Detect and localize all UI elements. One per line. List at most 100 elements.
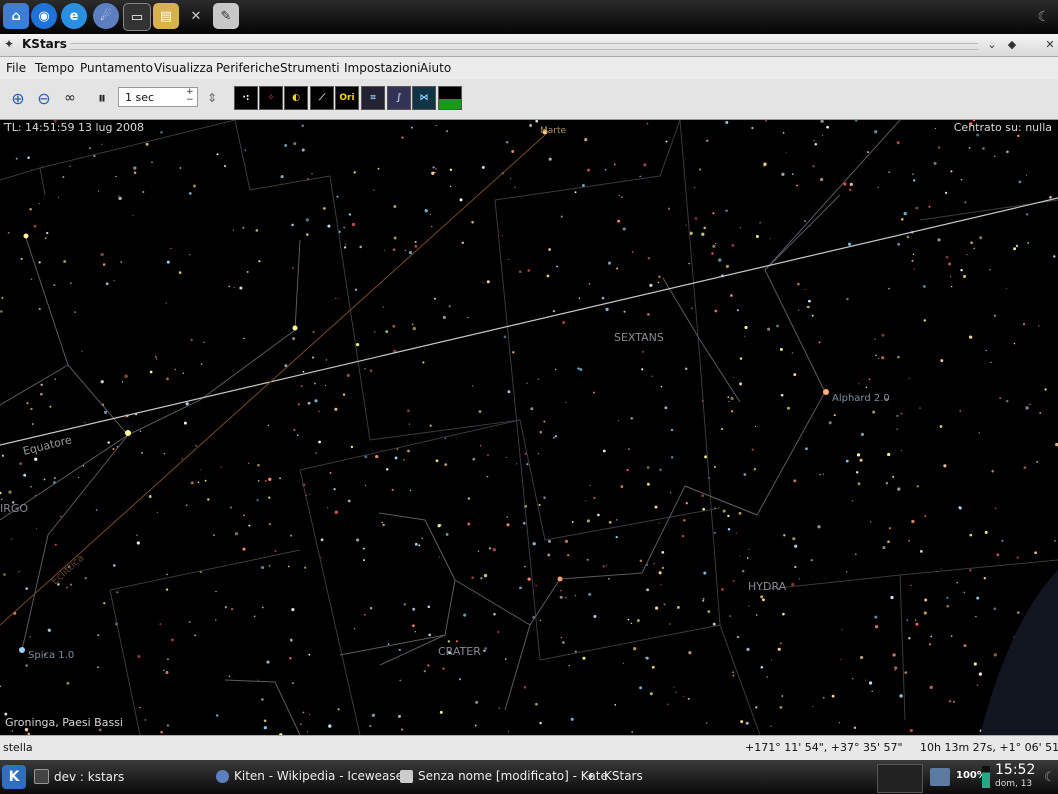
constellation-boundaries-icon[interactable]: ⌗ (361, 86, 385, 110)
star[interactable] (139, 430, 142, 432)
star[interactable] (725, 120, 729, 125)
star[interactable] (363, 559, 365, 562)
star[interactable] (616, 267, 619, 270)
star[interactable] (137, 655, 141, 658)
star[interactable] (243, 514, 245, 517)
star[interactable] (565, 401, 567, 404)
star[interactable] (770, 725, 772, 728)
star[interactable] (766, 676, 768, 678)
star[interactable] (858, 383, 860, 385)
star[interactable] (474, 724, 477, 727)
star[interactable] (519, 586, 522, 590)
star[interactable] (694, 187, 696, 189)
kde-globe-icon[interactable]: ◉ (31, 3, 57, 29)
star[interactable] (960, 268, 963, 272)
star[interactable] (857, 482, 861, 486)
star[interactable] (614, 704, 617, 706)
text-editor-icon[interactable]: ✎ (213, 3, 239, 29)
star[interactable] (3, 573, 6, 576)
star[interactable] (660, 386, 663, 388)
star[interactable] (791, 582, 795, 587)
star[interactable] (627, 448, 631, 451)
star[interactable] (467, 317, 469, 319)
star[interactable] (915, 622, 919, 626)
star[interactable] (875, 354, 877, 356)
star[interactable] (308, 653, 311, 656)
star[interactable] (149, 370, 153, 374)
star[interactable] (560, 215, 564, 218)
star[interactable] (185, 402, 189, 406)
star[interactable] (116, 591, 119, 594)
star[interactable] (779, 347, 783, 351)
star[interactable] (1025, 213, 1029, 216)
star[interactable] (654, 505, 658, 509)
star[interactable] (963, 275, 967, 278)
star[interactable] (526, 463, 529, 466)
star[interactable] (204, 479, 207, 482)
star[interactable] (767, 327, 771, 331)
star[interactable] (228, 285, 231, 288)
star[interactable] (702, 597, 705, 600)
star[interactable] (649, 692, 653, 696)
star[interactable] (602, 565, 605, 568)
star[interactable] (383, 249, 385, 251)
star[interactable] (874, 130, 878, 134)
star[interactable] (409, 489, 412, 492)
star[interactable] (427, 664, 430, 667)
star[interactable] (755, 614, 758, 616)
star[interactable] (458, 678, 462, 681)
star[interactable] (620, 485, 624, 488)
star[interactable] (323, 207, 326, 210)
star[interactable] (877, 186, 879, 189)
star[interactable] (935, 127, 937, 129)
star[interactable] (38, 203, 40, 205)
star[interactable] (166, 658, 169, 661)
star[interactable] (121, 381, 124, 383)
star[interactable] (431, 225, 433, 228)
star[interactable] (293, 142, 297, 146)
star[interactable] (651, 665, 655, 669)
star[interactable] (911, 259, 914, 262)
star[interactable] (118, 196, 122, 201)
star[interactable] (682, 695, 685, 698)
star[interactable] (166, 260, 170, 264)
star[interactable] (314, 382, 316, 385)
star[interactable] (796, 282, 800, 286)
star[interactable] (574, 191, 577, 194)
star[interactable] (751, 126, 754, 130)
star[interactable] (292, 682, 294, 685)
star[interactable] (930, 635, 933, 638)
star[interactable] (664, 406, 668, 410)
star[interactable] (994, 507, 997, 510)
star[interactable] (501, 235, 503, 237)
star[interactable] (909, 728, 913, 733)
star[interactable] (243, 337, 245, 340)
star[interactable] (148, 495, 152, 498)
star[interactable] (630, 416, 634, 420)
star[interactable] (105, 282, 109, 286)
star[interactable] (369, 369, 373, 372)
star[interactable] (444, 437, 446, 439)
star[interactable] (0, 498, 3, 501)
star[interactable] (904, 671, 908, 674)
star[interactable] (407, 409, 410, 412)
star[interactable] (503, 335, 507, 339)
star[interactable] (437, 524, 441, 528)
star[interactable] (381, 521, 384, 524)
star[interactable] (894, 666, 898, 670)
star[interactable] (727, 396, 730, 399)
star[interactable] (864, 679, 867, 681)
star[interactable] (256, 499, 259, 502)
star[interactable] (916, 485, 920, 488)
star[interactable] (343, 246, 347, 249)
star[interactable] (160, 730, 164, 734)
star[interactable] (35, 528, 37, 530)
star[interactable] (556, 265, 558, 268)
star[interactable] (736, 309, 739, 312)
star[interactable] (993, 607, 996, 611)
star[interactable] (579, 368, 583, 371)
star[interactable] (348, 213, 352, 216)
star[interactable] (814, 143, 818, 146)
star[interactable] (514, 186, 516, 188)
star[interactable] (673, 686, 675, 688)
